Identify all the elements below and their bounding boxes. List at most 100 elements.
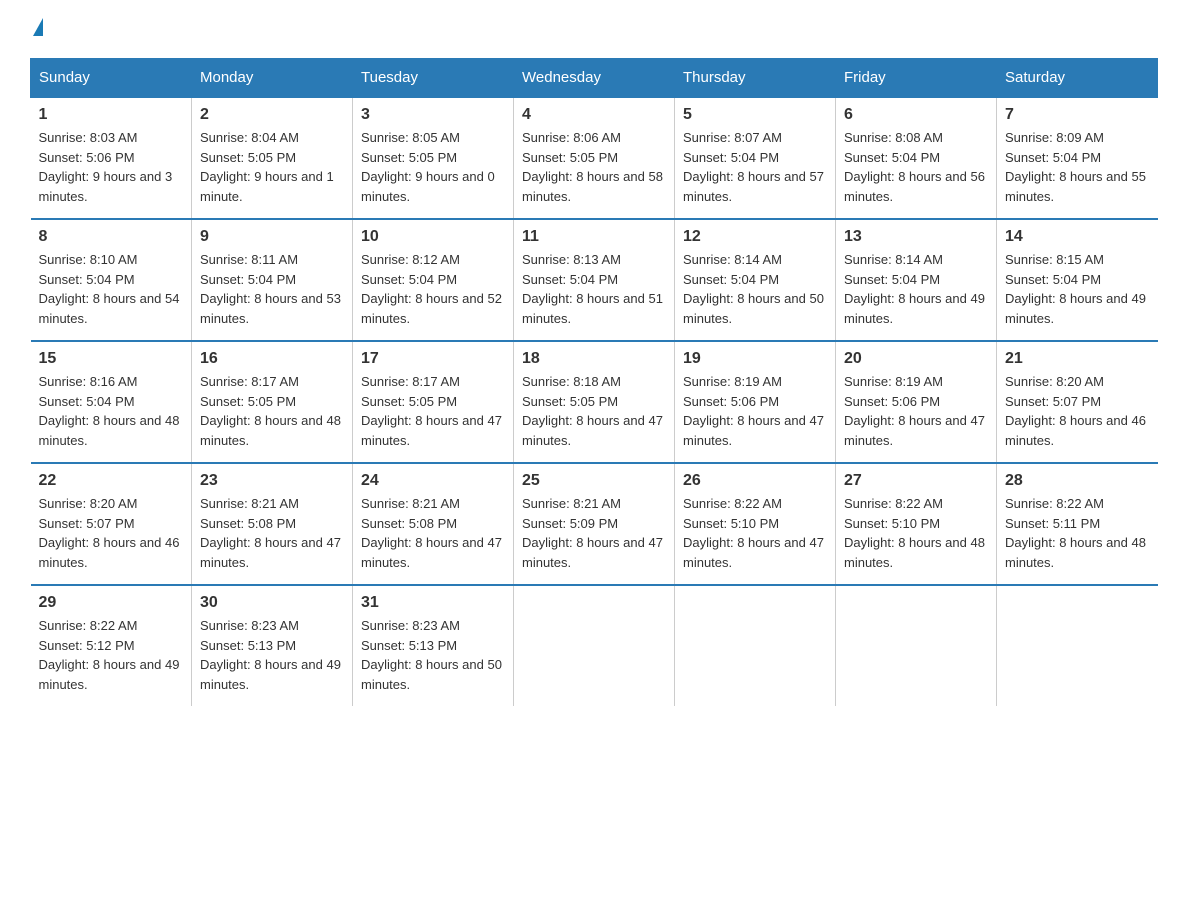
calendar-day-cell: 9 Sunrise: 8:11 AM Sunset: 5:04 PM Dayli… bbox=[192, 219, 353, 341]
day-info: Sunrise: 8:19 AM Sunset: 5:06 PM Dayligh… bbox=[844, 372, 988, 450]
day-number: 25 bbox=[522, 472, 666, 490]
day-info: Sunrise: 8:18 AM Sunset: 5:05 PM Dayligh… bbox=[522, 372, 666, 450]
calendar-day-cell: 11 Sunrise: 8:13 AM Sunset: 5:04 PM Dayl… bbox=[514, 219, 675, 341]
day-info: Sunrise: 8:05 AM Sunset: 5:05 PM Dayligh… bbox=[361, 128, 505, 206]
day-number: 1 bbox=[39, 106, 184, 124]
calendar-day-cell bbox=[836, 585, 997, 706]
day-info: Sunrise: 8:17 AM Sunset: 5:05 PM Dayligh… bbox=[361, 372, 505, 450]
calendar-day-cell: 19 Sunrise: 8:19 AM Sunset: 5:06 PM Dayl… bbox=[675, 341, 836, 463]
calendar-week-row: 8 Sunrise: 8:10 AM Sunset: 5:04 PM Dayli… bbox=[31, 219, 1158, 341]
day-info: Sunrise: 8:22 AM Sunset: 5:10 PM Dayligh… bbox=[844, 494, 988, 572]
day-number: 22 bbox=[39, 472, 184, 490]
calendar-day-cell: 7 Sunrise: 8:09 AM Sunset: 5:04 PM Dayli… bbox=[997, 97, 1158, 219]
day-number: 31 bbox=[361, 594, 505, 612]
day-info: Sunrise: 8:16 AM Sunset: 5:04 PM Dayligh… bbox=[39, 372, 184, 450]
weekday-header-tuesday: Tuesday bbox=[353, 59, 514, 98]
calendar-day-cell: 29 Sunrise: 8:22 AM Sunset: 5:12 PM Dayl… bbox=[31, 585, 192, 706]
calendar-day-cell: 20 Sunrise: 8:19 AM Sunset: 5:06 PM Dayl… bbox=[836, 341, 997, 463]
day-number: 21 bbox=[1005, 350, 1150, 368]
day-info: Sunrise: 8:22 AM Sunset: 5:11 PM Dayligh… bbox=[1005, 494, 1150, 572]
day-info: Sunrise: 8:15 AM Sunset: 5:04 PM Dayligh… bbox=[1005, 250, 1150, 328]
day-info: Sunrise: 8:03 AM Sunset: 5:06 PM Dayligh… bbox=[39, 128, 184, 206]
calendar-day-cell: 22 Sunrise: 8:20 AM Sunset: 5:07 PM Dayl… bbox=[31, 463, 192, 585]
day-number: 12 bbox=[683, 228, 827, 246]
calendar-day-cell: 23 Sunrise: 8:21 AM Sunset: 5:08 PM Dayl… bbox=[192, 463, 353, 585]
day-info: Sunrise: 8:14 AM Sunset: 5:04 PM Dayligh… bbox=[844, 250, 988, 328]
day-number: 13 bbox=[844, 228, 988, 246]
calendar-day-cell bbox=[997, 585, 1158, 706]
calendar-day-cell: 10 Sunrise: 8:12 AM Sunset: 5:04 PM Dayl… bbox=[353, 219, 514, 341]
day-number: 15 bbox=[39, 350, 184, 368]
calendar-day-cell: 30 Sunrise: 8:23 AM Sunset: 5:13 PM Dayl… bbox=[192, 585, 353, 706]
day-info: Sunrise: 8:08 AM Sunset: 5:04 PM Dayligh… bbox=[844, 128, 988, 206]
day-number: 4 bbox=[522, 106, 666, 124]
weekday-header-thursday: Thursday bbox=[675, 59, 836, 98]
day-number: 10 bbox=[361, 228, 505, 246]
logo bbox=[30, 20, 43, 38]
calendar-day-cell: 21 Sunrise: 8:20 AM Sunset: 5:07 PM Dayl… bbox=[997, 341, 1158, 463]
day-info: Sunrise: 8:14 AM Sunset: 5:04 PM Dayligh… bbox=[683, 250, 827, 328]
calendar-day-cell: 13 Sunrise: 8:14 AM Sunset: 5:04 PM Dayl… bbox=[836, 219, 997, 341]
day-info: Sunrise: 8:21 AM Sunset: 5:09 PM Dayligh… bbox=[522, 494, 666, 572]
day-info: Sunrise: 8:10 AM Sunset: 5:04 PM Dayligh… bbox=[39, 250, 184, 328]
calendar-day-cell: 14 Sunrise: 8:15 AM Sunset: 5:04 PM Dayl… bbox=[997, 219, 1158, 341]
day-info: Sunrise: 8:19 AM Sunset: 5:06 PM Dayligh… bbox=[683, 372, 827, 450]
day-number: 24 bbox=[361, 472, 505, 490]
day-info: Sunrise: 8:13 AM Sunset: 5:04 PM Dayligh… bbox=[522, 250, 666, 328]
weekday-header-wednesday: Wednesday bbox=[514, 59, 675, 98]
day-number: 14 bbox=[1005, 228, 1150, 246]
calendar-day-cell: 2 Sunrise: 8:04 AM Sunset: 5:05 PM Dayli… bbox=[192, 97, 353, 219]
day-info: Sunrise: 8:23 AM Sunset: 5:13 PM Dayligh… bbox=[200, 616, 344, 694]
calendar-day-cell bbox=[514, 585, 675, 706]
calendar-day-cell: 6 Sunrise: 8:08 AM Sunset: 5:04 PM Dayli… bbox=[836, 97, 997, 219]
calendar-day-cell: 5 Sunrise: 8:07 AM Sunset: 5:04 PM Dayli… bbox=[675, 97, 836, 219]
day-number: 5 bbox=[683, 106, 827, 124]
day-number: 3 bbox=[361, 106, 505, 124]
day-number: 11 bbox=[522, 228, 666, 246]
day-info: Sunrise: 8:23 AM Sunset: 5:13 PM Dayligh… bbox=[361, 616, 505, 694]
day-number: 8 bbox=[39, 228, 184, 246]
day-info: Sunrise: 8:21 AM Sunset: 5:08 PM Dayligh… bbox=[200, 494, 344, 572]
calendar-week-row: 29 Sunrise: 8:22 AM Sunset: 5:12 PM Dayl… bbox=[31, 585, 1158, 706]
day-number: 28 bbox=[1005, 472, 1150, 490]
day-number: 16 bbox=[200, 350, 344, 368]
day-info: Sunrise: 8:07 AM Sunset: 5:04 PM Dayligh… bbox=[683, 128, 827, 206]
calendar-day-cell: 28 Sunrise: 8:22 AM Sunset: 5:11 PM Dayl… bbox=[997, 463, 1158, 585]
day-info: Sunrise: 8:04 AM Sunset: 5:05 PM Dayligh… bbox=[200, 128, 344, 206]
day-info: Sunrise: 8:21 AM Sunset: 5:08 PM Dayligh… bbox=[361, 494, 505, 572]
day-number: 30 bbox=[200, 594, 344, 612]
day-info: Sunrise: 8:09 AM Sunset: 5:04 PM Dayligh… bbox=[1005, 128, 1150, 206]
calendar-day-cell: 3 Sunrise: 8:05 AM Sunset: 5:05 PM Dayli… bbox=[353, 97, 514, 219]
calendar-day-cell: 4 Sunrise: 8:06 AM Sunset: 5:05 PM Dayli… bbox=[514, 97, 675, 219]
day-number: 6 bbox=[844, 106, 988, 124]
weekday-header-monday: Monday bbox=[192, 59, 353, 98]
day-info: Sunrise: 8:06 AM Sunset: 5:05 PM Dayligh… bbox=[522, 128, 666, 206]
calendar-day-cell: 1 Sunrise: 8:03 AM Sunset: 5:06 PM Dayli… bbox=[31, 97, 192, 219]
calendar-week-row: 22 Sunrise: 8:20 AM Sunset: 5:07 PM Dayl… bbox=[31, 463, 1158, 585]
calendar-table: SundayMondayTuesdayWednesdayThursdayFrid… bbox=[30, 58, 1158, 706]
calendar-week-row: 1 Sunrise: 8:03 AM Sunset: 5:06 PM Dayli… bbox=[31, 97, 1158, 219]
calendar-day-cell: 16 Sunrise: 8:17 AM Sunset: 5:05 PM Dayl… bbox=[192, 341, 353, 463]
weekday-header-friday: Friday bbox=[836, 59, 997, 98]
day-number: 20 bbox=[844, 350, 988, 368]
day-number: 7 bbox=[1005, 106, 1150, 124]
day-info: Sunrise: 8:22 AM Sunset: 5:12 PM Dayligh… bbox=[39, 616, 184, 694]
day-info: Sunrise: 8:11 AM Sunset: 5:04 PM Dayligh… bbox=[200, 250, 344, 328]
day-number: 27 bbox=[844, 472, 988, 490]
day-number: 2 bbox=[200, 106, 344, 124]
calendar-day-cell: 17 Sunrise: 8:17 AM Sunset: 5:05 PM Dayl… bbox=[353, 341, 514, 463]
calendar-header-row: SundayMondayTuesdayWednesdayThursdayFrid… bbox=[31, 59, 1158, 98]
day-number: 17 bbox=[361, 350, 505, 368]
calendar-day-cell: 26 Sunrise: 8:22 AM Sunset: 5:10 PM Dayl… bbox=[675, 463, 836, 585]
day-number: 29 bbox=[39, 594, 184, 612]
calendar-day-cell: 24 Sunrise: 8:21 AM Sunset: 5:08 PM Dayl… bbox=[353, 463, 514, 585]
day-number: 23 bbox=[200, 472, 344, 490]
day-info: Sunrise: 8:12 AM Sunset: 5:04 PM Dayligh… bbox=[361, 250, 505, 328]
day-number: 26 bbox=[683, 472, 827, 490]
calendar-day-cell: 15 Sunrise: 8:16 AM Sunset: 5:04 PM Dayl… bbox=[31, 341, 192, 463]
calendar-day-cell: 18 Sunrise: 8:18 AM Sunset: 5:05 PM Dayl… bbox=[514, 341, 675, 463]
calendar-day-cell: 12 Sunrise: 8:14 AM Sunset: 5:04 PM Dayl… bbox=[675, 219, 836, 341]
weekday-header-saturday: Saturday bbox=[997, 59, 1158, 98]
day-info: Sunrise: 8:22 AM Sunset: 5:10 PM Dayligh… bbox=[683, 494, 827, 572]
calendar-day-cell bbox=[675, 585, 836, 706]
